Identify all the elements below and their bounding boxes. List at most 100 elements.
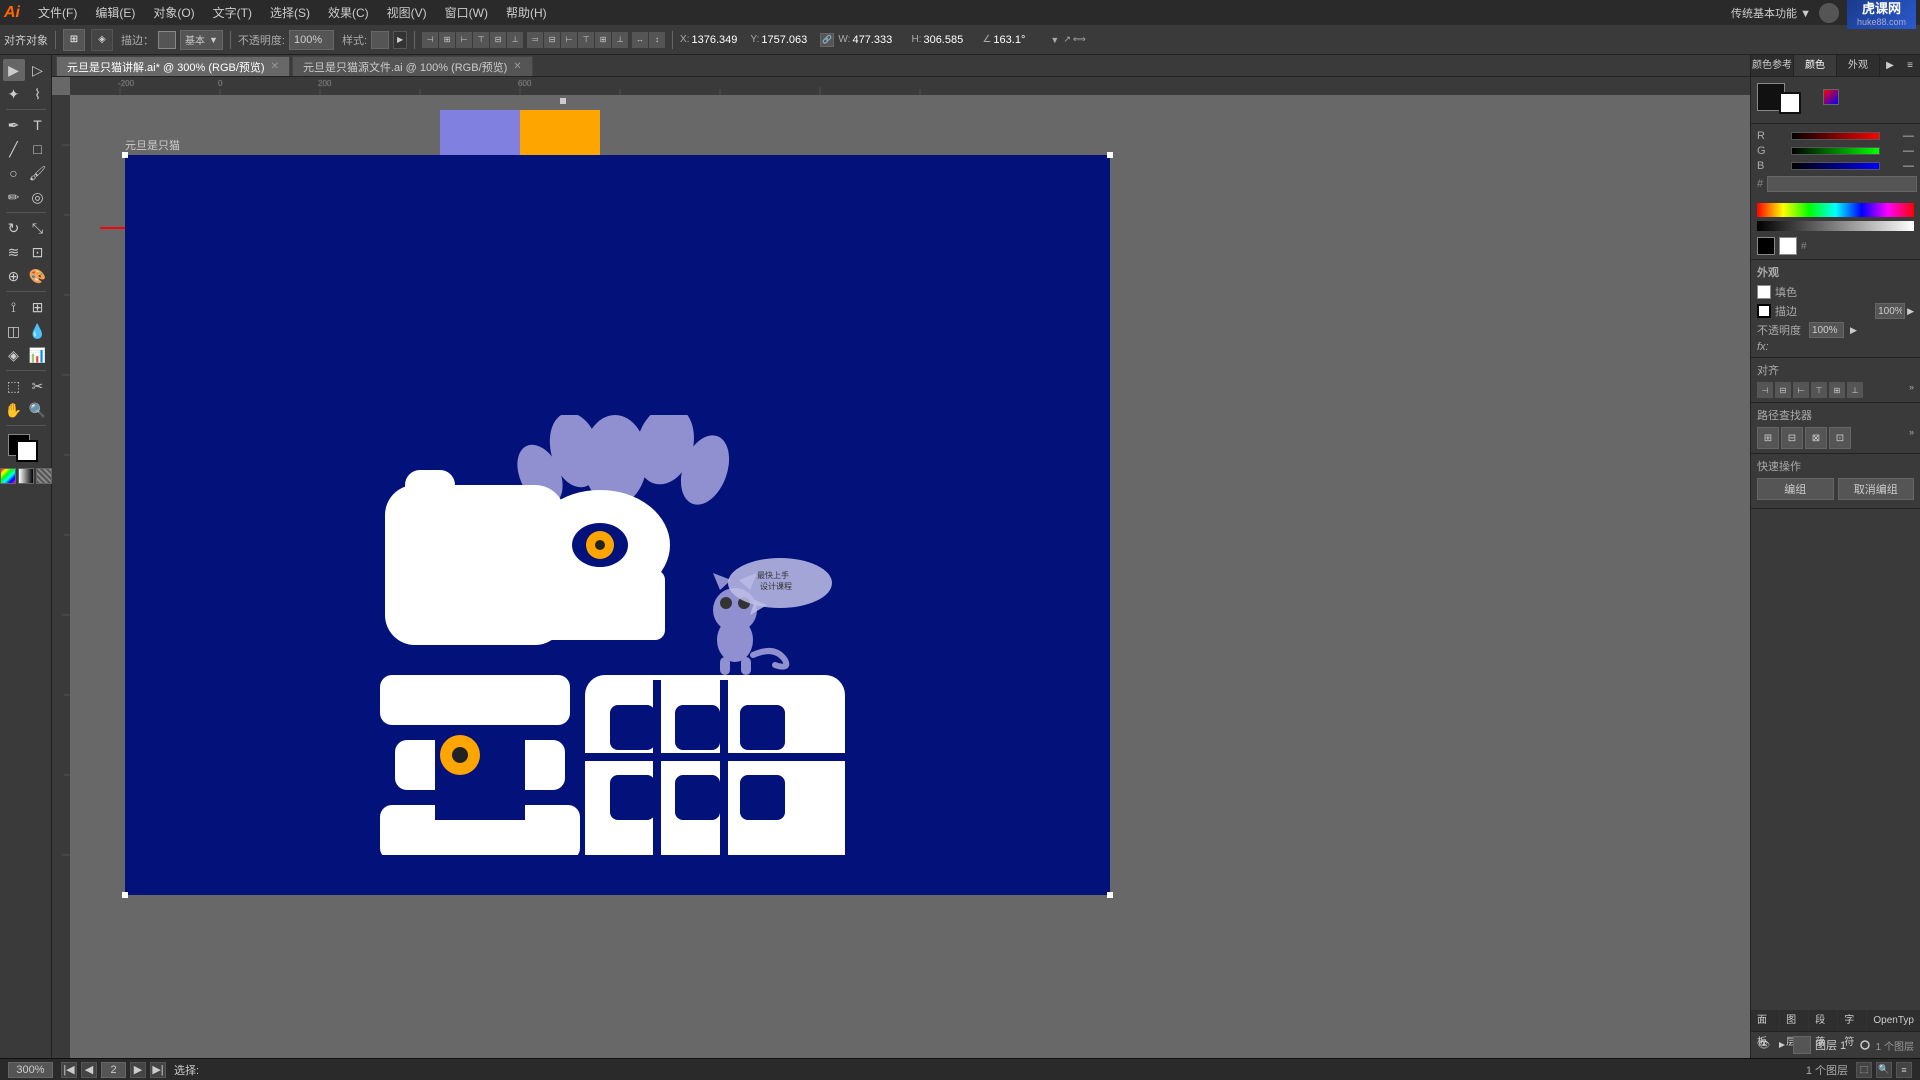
distribute-spacing-v-btn[interactable]: ↕	[649, 32, 665, 48]
live-paint-tool[interactable]: 🎨	[27, 265, 49, 287]
align-top-btn[interactable]: ⊤	[473, 32, 489, 48]
layer-visibility-icon[interactable]: 👁	[1757, 1038, 1771, 1052]
align-t[interactable]: ⊤	[1811, 382, 1827, 398]
gradient-mode-btn[interactable]	[18, 468, 34, 484]
menu-edit[interactable]: 编辑(E)	[87, 2, 143, 23]
bw-strip[interactable]	[1757, 221, 1914, 231]
tab-1[interactable]: 元旦是只猫源文件.ai @ 100% (RGB/预览) ✕	[292, 56, 533, 76]
fill-preview[interactable]	[1757, 285, 1771, 299]
align-center-v-btn[interactable]: ⊟	[490, 32, 506, 48]
tab-panel[interactable]: 面板	[1751, 1010, 1780, 1031]
align-left-btn[interactable]: ⊣	[422, 32, 438, 48]
flip-h-btn[interactable]: ⟺	[1073, 34, 1086, 45]
stroke-expand-btn[interactable]: ▶	[1907, 306, 1914, 317]
selection-tool[interactable]: ▶	[3, 59, 25, 81]
pathfinder-unite[interactable]: ⊞	[1757, 427, 1779, 449]
status-icon-3[interactable]: ≡	[1896, 1062, 1912, 1078]
g-slider[interactable]	[1791, 147, 1880, 155]
rpanel-tab-color[interactable]: 颜色	[1794, 55, 1837, 76]
stroke-swatch[interactable]	[16, 440, 38, 462]
b-slider[interactable]	[1791, 162, 1880, 170]
rpanel-tab-appearance[interactable]: 外观	[1837, 55, 1880, 76]
tab-0-close[interactable]: ✕	[271, 61, 279, 72]
nav-first-btn[interactable]: |◀	[61, 1062, 77, 1078]
menu-effect[interactable]: 效果(C)	[320, 2, 377, 23]
scale-tool[interactable]: ⤡	[27, 217, 49, 239]
pathfinder-intersect[interactable]: ⊠	[1805, 427, 1827, 449]
layer-expand-icon[interactable]	[1775, 1038, 1789, 1052]
color-spectrum-strip[interactable]	[1757, 203, 1914, 217]
distribute-right-btn[interactable]: ⊢	[561, 32, 577, 48]
line-segment-tool[interactable]: ╱	[3, 138, 25, 160]
magic-wand-tool[interactable]: ✦	[3, 83, 25, 105]
zoom-input[interactable]	[8, 1062, 53, 1078]
nav-next-btn[interactable]: ▶	[130, 1062, 146, 1078]
stroke-color-big[interactable]	[1779, 92, 1801, 114]
tab-1-close[interactable]: ✕	[513, 61, 521, 72]
pen-tool[interactable]: ✒	[3, 114, 25, 136]
r-slider[interactable]	[1791, 132, 1880, 140]
style-swatch[interactable]	[371, 31, 389, 49]
angle-dropdown[interactable]: ▼	[1050, 35, 1059, 45]
nav-prev-btn[interactable]: ◀	[81, 1062, 97, 1078]
warp-tool[interactable]: ≋	[3, 241, 25, 263]
align-more[interactable]: »	[1909, 382, 1914, 398]
align-b[interactable]: ⊥	[1847, 382, 1863, 398]
stroke-preview[interactable]	[1757, 304, 1771, 318]
pathfinder-minus[interactable]: ⊟	[1781, 427, 1803, 449]
layer-options-icon[interactable]	[1858, 1038, 1872, 1052]
nav-last-btn[interactable]: ▶|	[150, 1062, 166, 1078]
menu-select[interactable]: 选择(S)	[262, 2, 318, 23]
type-tool[interactable]: T	[27, 114, 49, 136]
stroke-dropdown[interactable]: 基本 ▼	[180, 30, 223, 50]
selection-mode-btn[interactable]: ⊞	[63, 29, 85, 51]
ellipse-tool[interactable]: ○	[3, 162, 25, 184]
transform-btn[interactable]: ◈	[91, 29, 113, 51]
blob-brush-tool[interactable]: ◎	[27, 186, 49, 208]
workspace-label[interactable]: 传统基本功能 ▼	[1731, 5, 1811, 21]
mesh-tool[interactable]: ⊞	[27, 296, 49, 318]
panel-menu-btn[interactable]: ▶	[1880, 55, 1900, 76]
status-icon-2[interactable]: 🔍	[1876, 1062, 1892, 1078]
zoom-tool[interactable]: 🔍	[27, 399, 49, 421]
tab-layers-bottom[interactable]: 图层	[1780, 1010, 1809, 1031]
distribute-bottom-btn[interactable]: ⊥	[612, 32, 628, 48]
distribute-spacing-h-btn[interactable]: ↔	[632, 32, 648, 48]
stroke-color-swatch[interactable]	[158, 31, 176, 49]
rotate-tool[interactable]: ↻	[3, 217, 25, 239]
menu-help[interactable]: 帮助(H)	[498, 2, 555, 23]
color-icon[interactable]	[1823, 89, 1839, 105]
gradient-tool[interactable]: ◫	[3, 320, 25, 342]
tab-0[interactable]: 元旦是只猫讲解.ai* @ 300% (RGB/预览) ✕	[56, 56, 290, 76]
align-cv[interactable]: ⊞	[1829, 382, 1845, 398]
align-ch[interactable]: ⊟	[1775, 382, 1791, 398]
pathfinder-exclude[interactable]: ⊡	[1829, 427, 1851, 449]
opacity-panel-input[interactable]	[1809, 322, 1844, 338]
tab-char[interactable]: 字符	[1838, 1010, 1867, 1031]
black-swatch[interactable]	[1757, 237, 1775, 255]
hand-tool[interactable]: ✋	[3, 399, 25, 421]
menu-object[interactable]: 对象(O)	[145, 2, 202, 23]
rect-tool[interactable]: □	[27, 138, 49, 160]
lasso-tool[interactable]: ⌇	[27, 83, 49, 105]
perspective-grid-tool[interactable]: ⟟	[3, 296, 25, 318]
pathfinder-more[interactable]: »	[1909, 427, 1914, 449]
tab-para[interactable]: 段落	[1809, 1010, 1838, 1031]
align-l[interactable]: ⊣	[1757, 382, 1773, 398]
align-center-h-btn[interactable]: ⊞	[439, 32, 455, 48]
chart-tool[interactable]: 📊	[27, 344, 49, 366]
user-icon[interactable]	[1819, 3, 1839, 23]
align-bottom-btn[interactable]: ⊥	[507, 32, 523, 48]
distribute-left-btn[interactable]: ⫤	[527, 32, 543, 48]
cancel-btn[interactable]: 取消编组	[1838, 478, 1915, 500]
direct-selection-tool[interactable]: ▷	[27, 59, 49, 81]
none-mode-btn[interactable]	[36, 468, 52, 484]
menu-view[interactable]: 视图(V)	[379, 2, 435, 23]
slice-tool[interactable]: ✂	[27, 375, 49, 397]
page-input[interactable]	[101, 1062, 126, 1078]
status-icon-1[interactable]: ⬚	[1856, 1062, 1872, 1078]
eyedropper-tool[interactable]: 💧	[27, 320, 49, 342]
tab-opentype[interactable]: OpenTyp	[1867, 1010, 1920, 1031]
opacity-expand[interactable]: ▶	[1850, 325, 1857, 336]
menu-text[interactable]: 文字(T)	[205, 2, 260, 23]
